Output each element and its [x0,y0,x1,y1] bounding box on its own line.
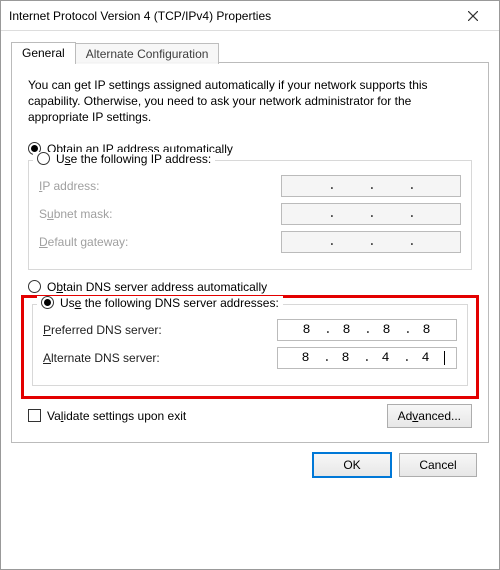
subnet-mask-input: ... [281,203,461,225]
validate-label: Validate settings upon exit [47,409,186,423]
radio-ip-manual[interactable]: Use the following IP address: [33,152,215,166]
checkbox-icon [28,409,41,422]
close-icon [468,11,478,21]
radio-dns-auto-label: Obtain DNS server address automatically [47,280,267,294]
options-row: Validate settings upon exit Advanced... [28,404,472,428]
tab-page-general: You can get IP settings assigned automat… [11,62,489,443]
radio-icon [41,296,54,309]
field-default-gateway: Default gateway: ... [39,231,461,253]
ok-button[interactable]: OK [313,453,391,477]
advanced-button[interactable]: Advanced... [387,404,472,428]
preferred-dns-label: Preferred DNS server: [43,323,277,337]
dialog-body: General Alternate Configuration You can … [1,31,499,493]
field-subnet-mask: Subnet mask: ... [39,203,461,225]
intro-text: You can get IP settings assigned automat… [28,77,472,126]
default-gateway-label: Default gateway: [39,235,281,249]
tab-alternate[interactable]: Alternate Configuration [75,43,220,64]
dns-manual-group: Use the following DNS server addresses: … [32,304,468,386]
radio-icon [28,280,41,293]
radio-dns-manual[interactable]: Use the following DNS server addresses: [37,296,283,310]
radio-ip-manual-label: Use the following IP address: [56,152,211,166]
tabstrip: General Alternate Configuration [11,41,489,62]
subnet-mask-label: Subnet mask: [39,207,281,221]
ip-address-input: ... [281,175,461,197]
field-preferred-dns: Preferred DNS server: 8.8.8.8 [43,319,457,341]
radio-dns-auto[interactable]: Obtain DNS server address automatically [28,280,472,294]
cancel-button[interactable]: Cancel [399,453,477,477]
preferred-dns-input[interactable]: 8.8.8.8 [277,319,457,341]
window-title: Internet Protocol Version 4 (TCP/IPv4) P… [9,9,451,23]
alternate-dns-label: Alternate DNS server: [43,351,277,365]
validate-checkbox[interactable]: Validate settings upon exit [28,409,186,423]
dialog-footer: OK Cancel [11,443,489,477]
radio-icon [37,152,50,165]
field-ip-address: IP address: ... [39,175,461,197]
default-gateway-input: ... [281,231,461,253]
close-button[interactable] [451,2,495,30]
radio-dns-manual-label: Use the following DNS server addresses: [60,296,279,310]
dns-highlight: Use the following DNS server addresses: … [24,298,476,396]
ip-manual-group: Use the following IP address: IP address… [28,160,472,270]
titlebar: Internet Protocol Version 4 (TCP/IPv4) P… [1,1,499,31]
tab-general[interactable]: General [11,42,76,63]
text-caret [444,351,445,365]
ip-address-label: IP address: [39,179,281,193]
alternate-dns-input[interactable]: 8.8.4.4 [277,347,457,369]
field-alternate-dns: Alternate DNS server: 8.8.4.4 [43,347,457,369]
